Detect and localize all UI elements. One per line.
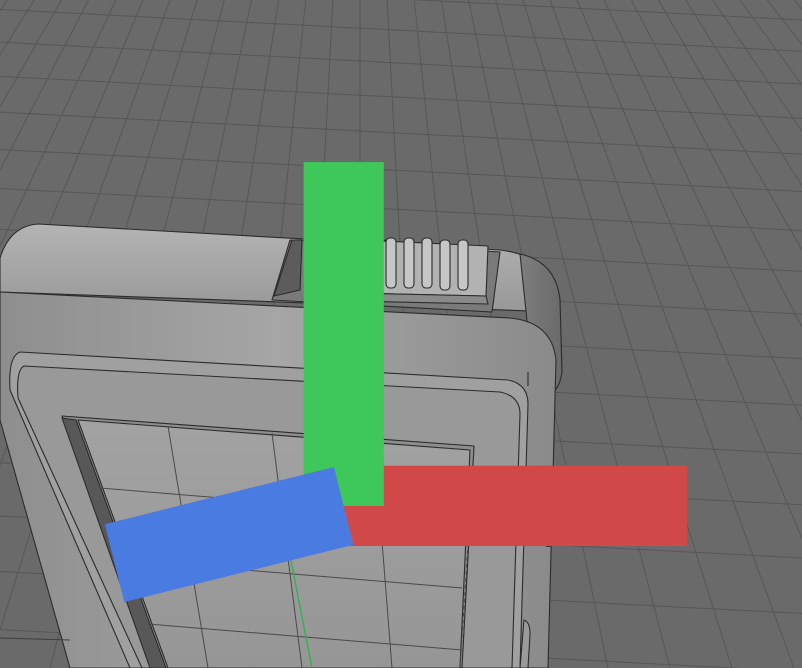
axis-gizmo-icon	[104, 162, 688, 603]
3d-viewport[interactable]	[0, 0, 802, 668]
